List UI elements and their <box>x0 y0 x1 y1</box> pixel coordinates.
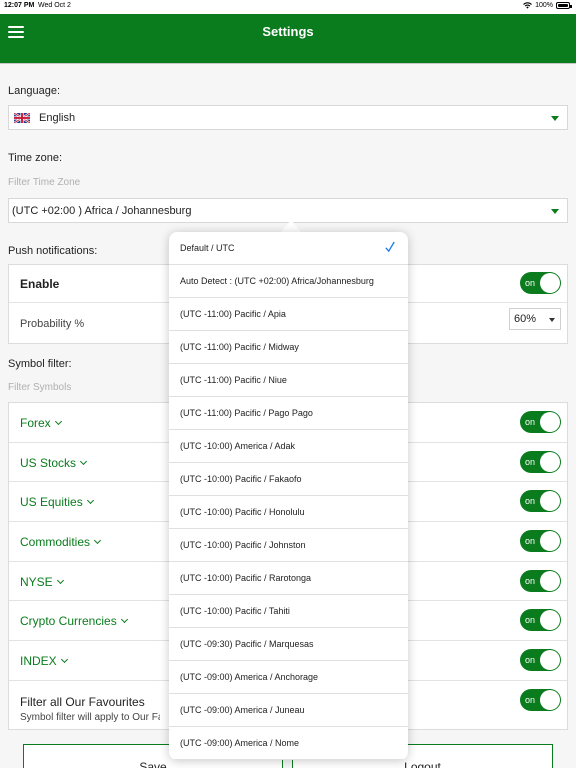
timezone-option[interactable]: (UTC -09:30) Pacific / Marquesas <box>169 628 408 661</box>
chevron-down-icon <box>54 417 62 426</box>
timezone-label: Time zone: <box>8 152 63 164</box>
page-title: Settings <box>262 24 314 39</box>
timezone-value: (UTC +02:00 ) Africa / Johannesburg <box>12 204 192 217</box>
favourites-toggle[interactable]: on <box>520 689 561 711</box>
status-bar: 12:07 PM Wed Oct 2 100% <box>0 0 576 14</box>
timezone-option[interactable]: Default / UTC <box>169 232 408 265</box>
timezone-option[interactable]: (UTC -10:00) Pacific / Honolulu <box>169 496 408 529</box>
commodities-toggle[interactable]: on <box>520 530 561 552</box>
chevron-down-icon <box>549 318 555 322</box>
chevron-down-icon <box>79 457 88 466</box>
timezone-option[interactable]: (UTC -11:00) Pacific / Apia <box>169 298 408 331</box>
enable-toggle[interactable]: on <box>520 272 561 294</box>
timezone-option[interactable]: (UTC -10:00) Pacific / Rarotonga <box>169 562 408 595</box>
us-equities-toggle[interactable]: on <box>520 490 561 512</box>
timezone-option[interactable]: (UTC -10:00) America / Adak <box>169 430 408 463</box>
language-label: Language: <box>8 85 60 97</box>
chevron-down-icon <box>551 116 559 121</box>
timezone-option[interactable]: (UTC -09:00) America / Juneau <box>169 694 408 727</box>
timezone-filter-input[interactable]: Filter Time Zone <box>8 177 80 188</box>
timezone-option[interactable]: (UTC -10:00) Pacific / Johnston <box>169 529 408 562</box>
favourites-label: Filter all Our Favourites <box>20 695 145 709</box>
dropdown-pointer <box>281 220 301 232</box>
timezone-dropdown[interactable]: Default / UTC Auto Detect : (UTC +02:00) … <box>169 232 408 760</box>
probability-select[interactable]: 60% <box>509 308 561 330</box>
timezone-option[interactable]: (UTC -11:00) Pacific / Pago Pago <box>169 397 408 430</box>
index-toggle[interactable]: on <box>520 649 561 671</box>
timezone-option[interactable]: (UTC -11:00) Pacific / Niue <box>169 364 408 397</box>
favourites-desc: Symbol filter will apply to Our Fa <box>20 712 160 723</box>
timezone-option[interactable]: (UTC -10:00) Pacific / Tahiti <box>169 595 408 628</box>
status-date: Wed Oct 2 <box>38 2 71 9</box>
chevron-down-icon <box>551 209 559 214</box>
crypto-toggle[interactable]: on <box>520 609 561 631</box>
us-stocks-toggle[interactable]: on <box>520 451 561 473</box>
chevron-down-icon <box>86 496 94 505</box>
battery-icon <box>556 2 572 9</box>
timezone-option[interactable]: Auto Detect : (UTC +02:00) Africa/Johann… <box>169 265 408 298</box>
timezone-option[interactable]: (UTC -11:00) Pacific / Midway <box>169 331 408 364</box>
push-notifications-label: Push notifications: <box>8 245 98 257</box>
chevron-down-icon <box>120 615 128 624</box>
chevron-down-icon <box>56 576 64 585</box>
enable-label: Enable <box>20 277 60 291</box>
language-select[interactable]: English <box>8 105 568 130</box>
wifi-icon <box>523 2 532 9</box>
status-time: 12:07 PM <box>4 2 35 9</box>
chevron-down-icon <box>60 655 68 664</box>
battery-percent: 100% <box>535 2 553 9</box>
chevron-down-icon <box>93 536 102 545</box>
nyse-toggle[interactable]: on <box>520 570 561 592</box>
uk-flag-icon <box>14 112 30 123</box>
timezone-option[interactable]: (UTC -10:00) Pacific / Fakaofo <box>169 463 408 496</box>
probability-label: Probability % <box>20 318 85 330</box>
symbol-filter-input[interactable]: Filter Symbols <box>8 382 71 393</box>
checkmark-icon <box>385 241 395 253</box>
status-right: 100% <box>523 2 572 9</box>
timezone-option[interactable]: (UTC -09:00) America / Anchorage <box>169 661 408 694</box>
forex-toggle[interactable]: on <box>520 411 561 433</box>
timezone-option[interactable]: (UTC -09:00) America / Nome <box>169 727 408 760</box>
language-value: English <box>39 111 76 124</box>
symbol-filter-label: Symbol filter: <box>8 358 72 370</box>
